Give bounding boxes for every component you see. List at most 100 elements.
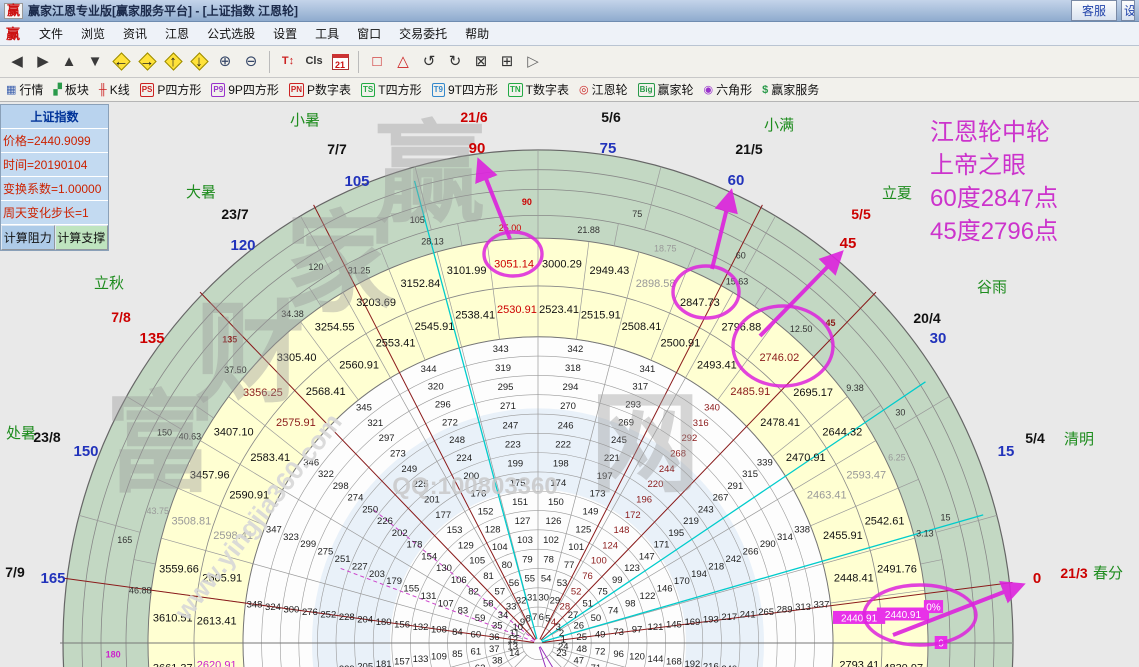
wheel-number: 21.88: [577, 225, 600, 235]
calc-support-button[interactable]: 计算支撑: [54, 225, 108, 250]
expand-tool-icon[interactable]: ⊠: [468, 50, 494, 74]
menu-item-资讯[interactable]: 资讯: [114, 23, 156, 44]
wheel-number: 2463.41: [807, 490, 847, 502]
menu-item-公式选股[interactable]: 公式选股: [198, 23, 264, 44]
toolbar-item-9t-square[interactable]: T9 9T四方形: [431, 81, 498, 98]
highlighted-price-cell: 2440.91: [841, 613, 878, 624]
wheel-number: 80: [502, 560, 513, 571]
annotation-line: 上帝之眼: [930, 152, 1026, 179]
wheel-number: 128: [485, 524, 501, 535]
highlighted-price-cell: 2440.91: [885, 610, 922, 621]
zoom-out-icon[interactable]: ⊖: [238, 50, 264, 74]
cls-icon[interactable]: Cls: [301, 50, 327, 74]
zoom-in-icon[interactable]: ⊕: [212, 50, 238, 74]
wheel-number: 338: [794, 524, 810, 535]
wheel-number: 121: [648, 622, 664, 633]
t-square-icon: TS: [361, 82, 376, 97]
nav-down-icon[interactable]: ▼: [82, 50, 108, 74]
wheel-number: 180: [376, 617, 392, 628]
menu-item-江恩[interactable]: 江恩: [156, 23, 198, 44]
toolbar-item-gann-wheel[interactable]: ◎ 江恩轮: [579, 81, 628, 98]
toolbar-item-p-table[interactable]: PN P数字表: [288, 81, 351, 98]
wheel-number: 97: [632, 624, 643, 635]
wheel-number: 6: [539, 612, 544, 623]
wheel-number: 341: [639, 364, 655, 375]
wheel-number: 172: [625, 510, 641, 521]
step-left-icon[interactable]: ←: [108, 50, 134, 74]
wheel-number: 168: [666, 657, 682, 667]
customer-service-button[interactable]: 客服: [1070, 0, 1117, 21]
triangle-tool-icon[interactable]: △: [390, 50, 416, 74]
menu-item-窗口[interactable]: 窗口: [348, 23, 390, 44]
toolbar-item-kline[interactable]: ╫ K线: [99, 81, 130, 98]
wheel-number: 130: [436, 563, 452, 574]
menu-item-工具[interactable]: 工具: [306, 23, 348, 44]
winner-service-label: 赢家服务: [771, 83, 820, 97]
menu-item-交易委托[interactable]: 交易委托: [390, 23, 456, 44]
wheel-number: 252: [320, 609, 336, 620]
wheel-number: 145: [666, 619, 682, 630]
wheel-number: 30: [538, 593, 549, 604]
wheel-number: 339: [757, 457, 773, 468]
clipped-button[interactable]: 设: [1121, 0, 1135, 21]
outer-degree-label: 165: [40, 570, 65, 587]
toolbar-item-winner-wheel[interactable]: Big 赢家轮: [637, 81, 694, 98]
outer-degree-label: 135: [139, 330, 164, 347]
wheel-number: 241: [740, 609, 756, 620]
rotate-cw-icon[interactable]: ↻: [442, 50, 468, 74]
menu-item-设置[interactable]: 设置: [264, 23, 306, 44]
calc-resistance-button[interactable]: 计算阻力: [1, 225, 55, 250]
toolbar-item-9p-square[interactable]: P9 9P四方形: [211, 81, 279, 98]
wheel-number: 322: [318, 469, 334, 480]
time-row: 时间=20190104: [1, 153, 108, 177]
wheel-number: 2538.41: [455, 310, 495, 322]
wheel-number: 104: [492, 542, 508, 553]
menu-item-文件[interactable]: 文件: [30, 23, 72, 44]
step-right-icon[interactable]: →: [134, 50, 160, 74]
gann-wheel-chart: 23 24 1 2 3 4 5 6 7 8 9 10 11 12 13 14 47 48 25 26 27 28 29 30 3…: [0, 102, 1139, 667]
toolbar-item-sectors[interactable]: ▞ 板块: [53, 81, 88, 98]
toolbar-item-t-square[interactable]: TS T四方形: [361, 81, 422, 98]
step-up-icon[interactable]: ↑: [160, 50, 186, 74]
wheel-number: 84: [452, 627, 463, 638]
wheel-number: 2523.41: [539, 304, 579, 316]
wheel-number: 178: [407, 540, 423, 551]
calendar-icon[interactable]: 21: [327, 50, 353, 74]
solar-term-label: 春分: [1093, 565, 1123, 582]
toolbar-item-quotes[interactable]: ▦ 行情: [6, 81, 43, 98]
step-down-icon[interactable]: ↓: [186, 50, 212, 74]
wheel-number: 127: [515, 516, 531, 527]
nav-left-icon[interactable]: ◀: [4, 50, 30, 74]
toolbar-item-hexagon[interactable]: ◉ 六角形: [704, 81, 753, 98]
rect-tool-icon[interactable]: □: [364, 50, 390, 74]
outer-degree-label: 30: [930, 330, 947, 347]
solar-term-label: 处暑: [6, 425, 36, 442]
quotes-label: 行情: [19, 83, 44, 97]
wheel-number: 2644.32: [822, 426, 862, 438]
wheel-number: 228: [339, 612, 355, 623]
wheel-number: 7: [532, 612, 537, 623]
wheel-number: 73: [613, 627, 624, 638]
toolbar-item-t-table[interactable]: TN T数字表: [507, 81, 569, 98]
menu-item-浏览[interactable]: 浏览: [72, 23, 114, 44]
wheel-number: 5: [545, 614, 550, 625]
wheel-number: 2455.91: [823, 530, 863, 542]
center-tool-icon[interactable]: ⊞: [494, 50, 520, 74]
t-range-icon[interactable]: T↕: [275, 50, 301, 74]
wheel-number: 2530.91: [497, 304, 537, 316]
outer-date-label: 5/5: [851, 206, 871, 222]
wheel-number: 2695.17: [793, 387, 833, 399]
menu-item-帮助[interactable]: 帮助: [456, 23, 498, 44]
nav-right-icon[interactable]: ▶: [30, 50, 56, 74]
rotate-ccw-icon[interactable]: ↺: [416, 50, 442, 74]
wheel-number: 299: [300, 539, 316, 550]
toolbar-item-winner-service[interactable]: $ 赢家服务: [762, 81, 819, 98]
nav-up-icon[interactable]: ▲: [56, 50, 82, 74]
wheel-number: 6.25: [888, 452, 906, 462]
kline-icon: ╫: [98, 83, 107, 96]
pointer-tool-icon[interactable]: ▷: [520, 50, 546, 74]
toolbar-item-p-square[interactable]: PS P四方形: [139, 81, 201, 98]
wheel-number: 28: [560, 602, 571, 613]
wheel-number: 148: [614, 525, 630, 536]
wheel-number: 152: [478, 507, 494, 518]
